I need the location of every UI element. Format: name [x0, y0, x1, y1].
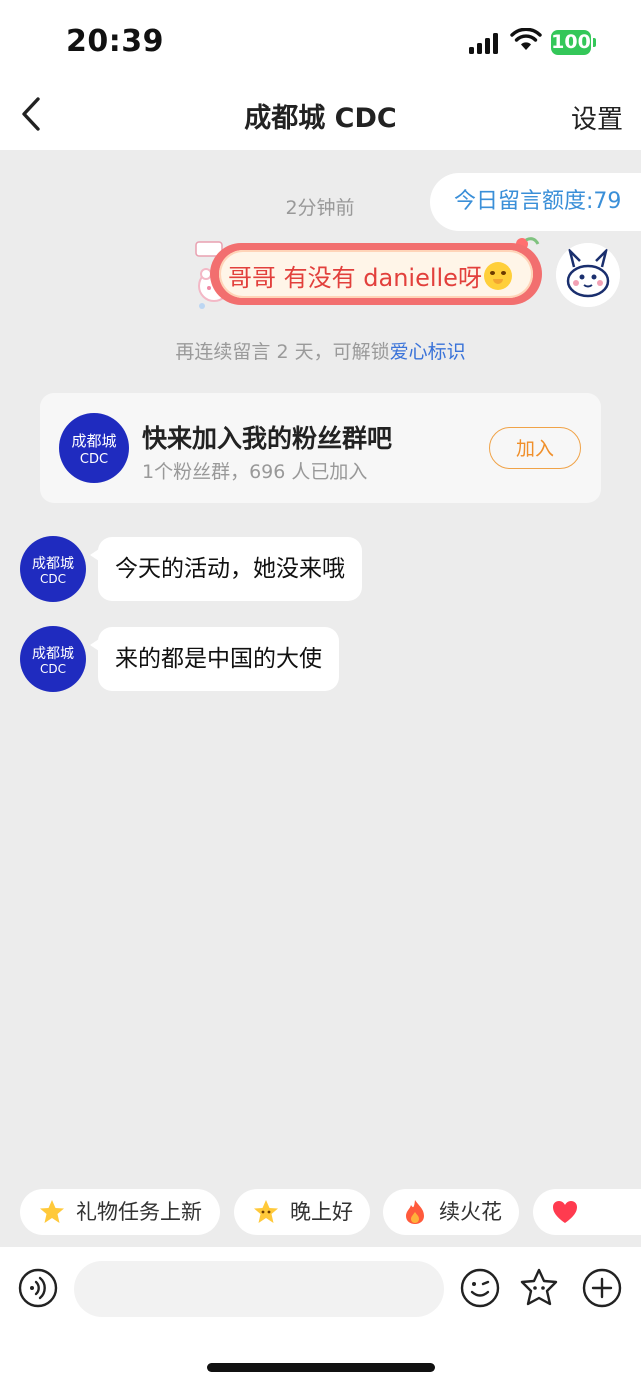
home-indicator [207, 1363, 435, 1372]
message-input[interactable] [74, 1261, 444, 1317]
fire-icon [406, 1200, 424, 1224]
fan-avatar-line1: 成都城 [71, 432, 116, 450]
page-title: 成都城 CDC [244, 103, 397, 134]
fan-group-avatar: 成都城 CDC [59, 413, 129, 483]
battery-level: 100 [551, 30, 591, 55]
my-avatar[interactable] [556, 243, 620, 307]
quick-reply-chip[interactable]: 晚上好 [234, 1189, 370, 1235]
cellular-signal-icon [469, 32, 499, 54]
quick-reply-chip[interactable]: 礼物任务上新 [20, 1189, 220, 1235]
sender-avatar-line2: CDC [40, 662, 66, 676]
voice-icon[interactable] [18, 1268, 58, 1308]
fan-group-title: 快来加入我的粉丝群吧 [142, 424, 393, 453]
sender-avatar[interactable]: 成都城 CDC [20, 536, 86, 602]
quota-badge[interactable]: 今日留言额度:79 [430, 173, 641, 231]
quick-reply-chip[interactable] [533, 1189, 641, 1235]
status-time: 20:39 [66, 24, 164, 59]
quick-reply-label: 续火花 [439, 1200, 502, 1224]
settings-button[interactable]: 设置 [571, 99, 623, 136]
my-message-text: 哥哥 有没有 danielle呀 [228, 264, 482, 292]
my-message[interactable]: 哥哥 有没有 danielle呀 [228, 258, 512, 293]
star-face-icon [254, 1200, 278, 1223]
incoming-message[interactable]: 来的都是中国的大使 [90, 627, 339, 691]
battery-tip [593, 38, 596, 47]
chat-screen: 20:39 100 成都城 CDC 设置 今日留言额度:79 2分钟前 哥哥 有… [0, 0, 641, 1386]
unlock-hint: 再连续留言 2 天，可解锁爱心标识 [0, 337, 641, 364]
quick-reply-bar: 礼物任务上新 晚上好 续火花 [0, 1189, 641, 1235]
fan-group-card[interactable]: 成都城 CDC 快来加入我的粉丝群吧 1个粉丝群，696 人已加入 加入 [40, 393, 601, 503]
sender-avatar-line1: 成都城 [32, 646, 74, 662]
star-icon [40, 1200, 64, 1223]
wifi-icon [510, 28, 542, 50]
join-button[interactable]: 加入 [489, 427, 581, 469]
plus-icon[interactable] [582, 1268, 622, 1308]
sender-avatar-line2: CDC [40, 572, 66, 586]
crying-emoji-icon [483, 262, 512, 290]
sender-avatar[interactable]: 成都城 CDC [20, 626, 86, 692]
quick-reply-chip[interactable]: 续火花 [383, 1189, 519, 1235]
heart-icon [553, 1201, 577, 1223]
sender-avatar-line1: 成都城 [32, 556, 74, 572]
top-bar: 20:39 100 成都城 CDC 设置 [0, 0, 641, 150]
quick-reply-label: 晚上好 [290, 1200, 353, 1224]
unlock-text: 再连续留言 2 天，可解锁 [175, 341, 390, 363]
fan-group-subtitle: 1个粉丝群，696 人已加入 [142, 461, 368, 483]
incoming-message[interactable]: 今天的活动，她没来哦 [90, 537, 362, 601]
message-timestamp: 2分钟前 [285, 197, 355, 219]
sticker-icon[interactable] [518, 1267, 560, 1309]
quick-reply-label: 礼物任务上新 [76, 1200, 202, 1224]
input-bar [0, 1247, 641, 1386]
unlock-link[interactable]: 爱心标识 [390, 341, 466, 363]
fan-avatar-line2: CDC [80, 452, 108, 467]
emoji-icon[interactable] [460, 1268, 500, 1308]
